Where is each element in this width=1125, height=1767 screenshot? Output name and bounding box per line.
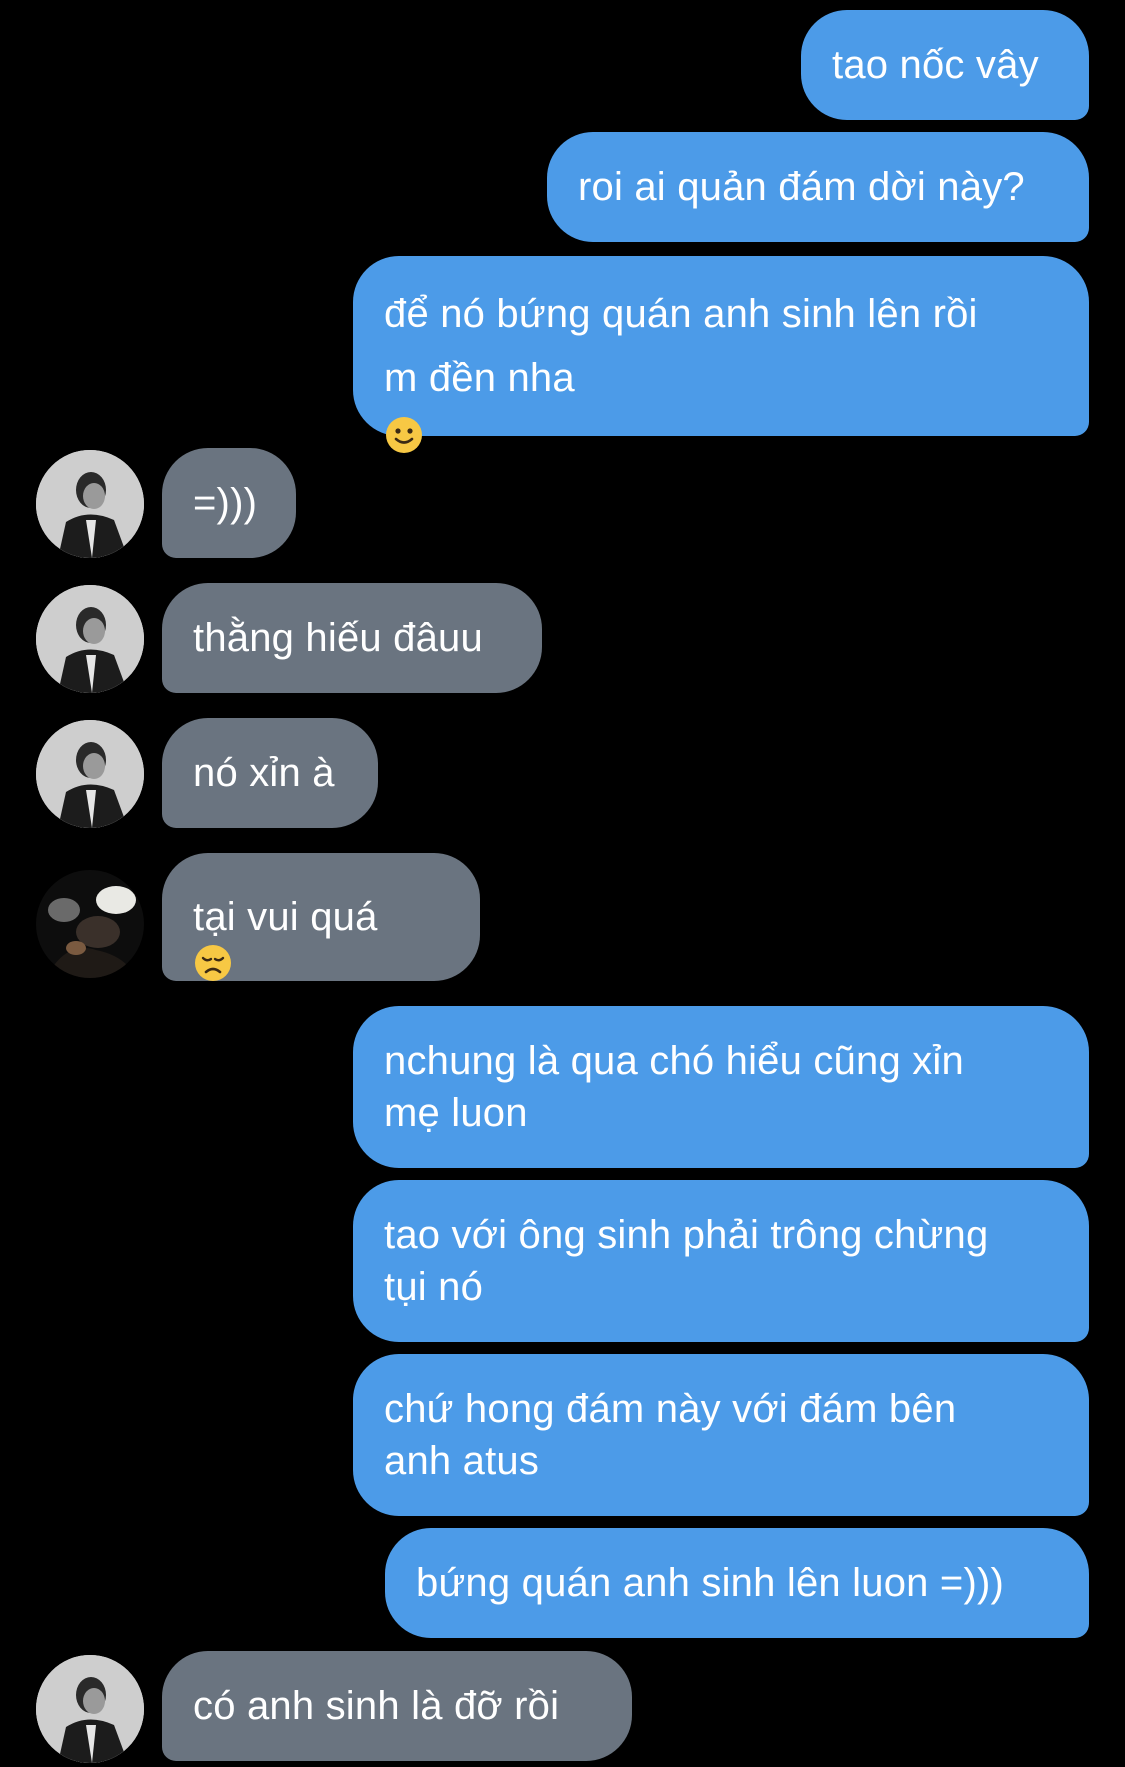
message-bubble-incoming[interactable]: có anh sinh là đỡ rồi bbox=[162, 1651, 632, 1761]
message-bubble-incoming[interactable]: thằng hiếu đâuu bbox=[162, 583, 542, 693]
message-text: nchung là qua chó hiểu cũng xỉn mẹ luon bbox=[384, 1039, 964, 1135]
message-text: để nó bứng quán anh sinh lên rồi m đền n… bbox=[384, 282, 1058, 474]
avatar[interactable] bbox=[36, 585, 144, 693]
message-bubble-outgoing[interactable]: roi ai quản đám dời này? bbox=[547, 132, 1089, 242]
message-text: nó xỉn à bbox=[193, 751, 335, 795]
message-text: chứ hong đám này với đám bên anh atus bbox=[384, 1387, 957, 1483]
message-bubble-incoming[interactable]: tại vui quá bbox=[162, 853, 480, 981]
message-text: =))) bbox=[193, 481, 258, 525]
message-text: tao nốc vây bbox=[832, 43, 1039, 87]
avatar[interactable] bbox=[36, 450, 144, 558]
message-bubble-outgoing[interactable]: bứng quán anh sinh lên luon =))) bbox=[385, 1528, 1089, 1638]
avatar[interactable] bbox=[36, 1655, 144, 1763]
message-text: roi ai quản đám dời này? bbox=[578, 165, 1025, 209]
message-bubble-incoming[interactable]: nó xỉn à bbox=[162, 718, 378, 828]
slightly-smiling-face-icon bbox=[384, 410, 1058, 474]
message-bubble-outgoing[interactable]: nchung là qua chó hiểu cũng xỉn mẹ luon bbox=[353, 1006, 1089, 1168]
message-text: thằng hiếu đâuu bbox=[193, 616, 483, 660]
message-text: tại vui quá bbox=[193, 891, 449, 996]
avatar[interactable] bbox=[36, 720, 144, 828]
message-bubble-incoming[interactable]: =))) bbox=[162, 448, 296, 558]
message-text: tao với ông sinh phải trông chừng tụi nó bbox=[384, 1213, 989, 1309]
message-bubble-outgoing[interactable]: tao nốc vây bbox=[801, 10, 1089, 120]
disappointed-face-icon bbox=[193, 943, 449, 996]
message-bubble-outgoing[interactable]: tao với ông sinh phải trông chừng tụi nó bbox=[353, 1180, 1089, 1342]
message-bubble-outgoing[interactable]: để nó bứng quán anh sinh lên rồi m đền n… bbox=[353, 256, 1089, 453]
message-text: có anh sinh là đỡ rồi bbox=[193, 1684, 560, 1728]
message-bubble-outgoing[interactable]: chứ hong đám này với đám bên anh atus bbox=[353, 1354, 1089, 1516]
avatar[interactable] bbox=[36, 870, 144, 978]
message-text: bứng quán anh sinh lên luon =))) bbox=[416, 1561, 1005, 1605]
